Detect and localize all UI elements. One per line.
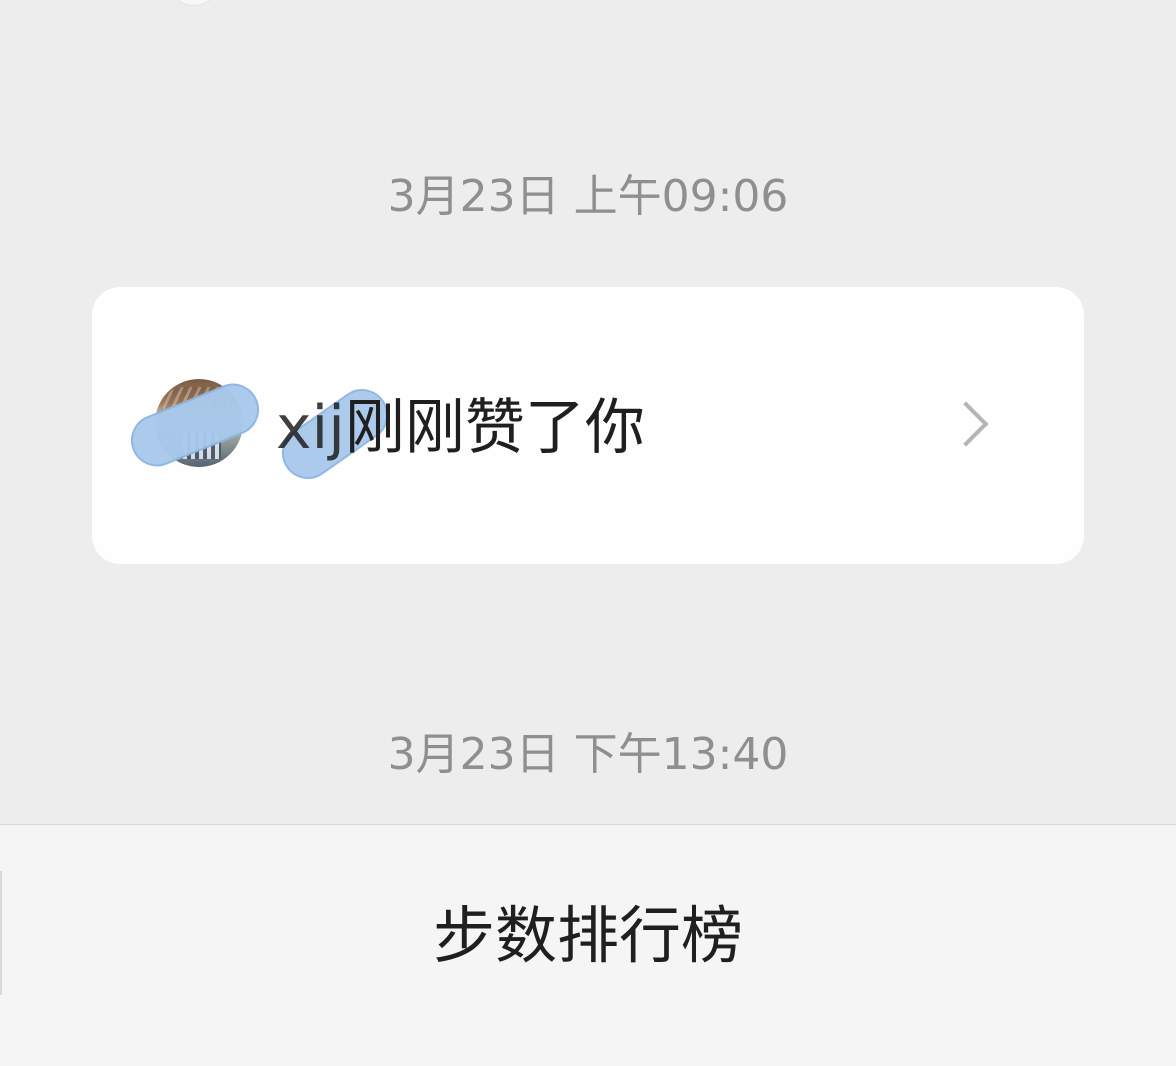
timestamp-1: 3月23日 上午09:06 — [387, 171, 789, 222]
masked-name-prefix: xi — [276, 393, 329, 463]
top-avatar-fragment — [168, 0, 220, 6]
like-notification-card[interactable]: xij刚刚赞了你 — [92, 287, 1084, 564]
chevron-right-icon[interactable] — [943, 401, 989, 447]
bottom-action-bar[interactable]: 步数排行榜 — [0, 824, 1176, 1066]
like-message-text: xij刚刚赞了你 — [276, 395, 645, 461]
masked-name-suffix: j — [328, 393, 345, 463]
step-ranking-button[interactable]: 步数排行榜 — [0, 901, 1176, 971]
like-action-text: 刚刚赞了你 — [344, 393, 645, 463]
timestamp-2: 3月23日 下午13:40 — [387, 729, 789, 780]
